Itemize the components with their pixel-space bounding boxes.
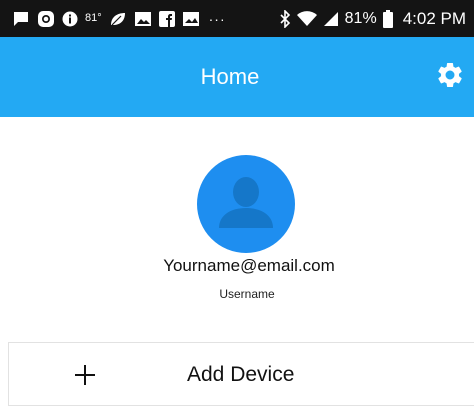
clock: 4:02 PM [402, 8, 466, 28]
page-title: Home [200, 64, 260, 89]
wifi-icon [296, 10, 317, 28]
image-icon [134, 10, 152, 28]
avatar[interactable] [197, 155, 295, 253]
profile-email: Yourname@email.com [163, 256, 335, 275]
info-icon [62, 10, 78, 28]
facebook-icon [158, 10, 175, 28]
add-device-label: Add Device [187, 363, 295, 386]
photo-icon [182, 10, 200, 28]
temperature-text: 81° [85, 12, 102, 24]
battery-icon [382, 9, 393, 28]
instagram-icon [37, 10, 55, 28]
profile-username: Username [219, 287, 275, 301]
app-screen: 81° ··· 81% 4:02 PM Home Yourname@email.… [0, 0, 474, 409]
status-bar-notifications: 81° ··· [12, 10, 226, 28]
leaf-icon [109, 10, 127, 28]
user-silhouette-icon [197, 155, 295, 253]
signal-icon [323, 10, 339, 28]
add-device-button[interactable]: Add Device [8, 342, 474, 406]
more-notifications-indicator: ··· [208, 10, 226, 27]
status-bar: 81° ··· 81% 4:02 PM [0, 0, 474, 37]
battery-percent: 81% [344, 9, 377, 27]
bluetooth-icon [279, 9, 291, 28]
settings-button[interactable] [432, 59, 468, 95]
status-bar-system: 81% 4:02 PM [279, 9, 466, 29]
gear-icon [435, 60, 465, 95]
profile-section: Yourname@email.com Username [0, 117, 474, 342]
plus-icon [75, 365, 95, 385]
app-bar: Home [0, 37, 474, 117]
chat-icon [12, 10, 30, 28]
